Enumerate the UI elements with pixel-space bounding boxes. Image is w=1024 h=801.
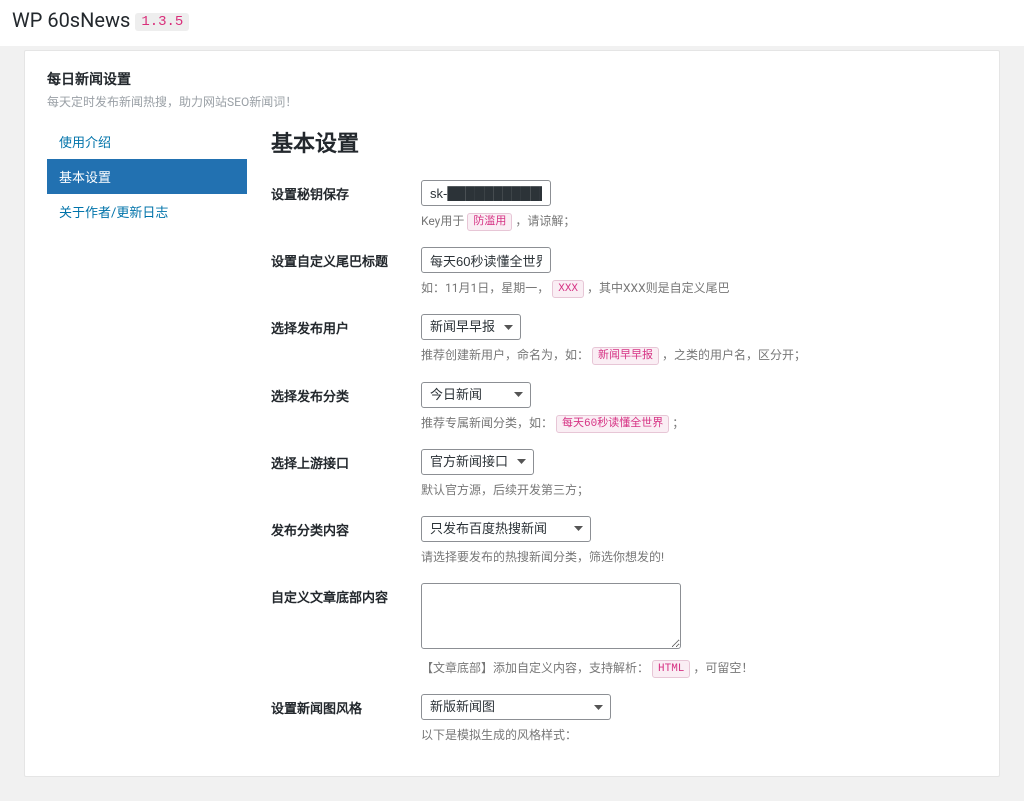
select-publish-type[interactable]: 只发布百度热搜新闻 — [421, 516, 591, 542]
row-tail-title: 设置自定义尾巴标题 如：11月1日，星期一， XXX ，其中XXX则是自定义尾巴 — [271, 237, 977, 304]
input-secret-key[interactable] — [421, 180, 551, 206]
label-image-style: 设置新闻图风格 — [271, 694, 421, 717]
label-publish-type: 发布分类内容 — [271, 516, 421, 539]
chip-html: HTML — [652, 660, 690, 678]
panel-header: 每日新闻设置 每天定时发布新闻热搜，助力网站SEO新闻词！ — [47, 69, 977, 110]
helper-publish-user: 推荐创建新用户，命名为，如： 新闻早早报 ，之类的用户名，区分开； — [421, 346, 977, 365]
nav-item-basic-settings[interactable]: 基本设置 — [47, 159, 247, 194]
helper-tail-title: 如：11月1日，星期一， XXX ，其中XXX则是自定义尾巴 — [421, 279, 977, 298]
settings-nav: 使用介绍 基本设置 关于作者/更新日志 — [47, 124, 247, 752]
label-publish-user: 选择发布用户 — [271, 314, 421, 337]
nav-item-about[interactable]: 关于作者/更新日志 — [47, 194, 247, 229]
panel-title: 每日新闻设置 — [47, 69, 977, 89]
page-title: WP 60sNews — [12, 8, 130, 32]
settings-panel: 每日新闻设置 每天定时发布新闻热搜，助力网站SEO新闻词！ 使用介绍 基本设置 … — [24, 50, 1000, 777]
row-publish-type: 发布分类内容 只发布百度热搜新闻 请选择要发布的热搜新闻分类，筛选你想发的! — [271, 506, 977, 573]
select-image-style[interactable]: 新版新闻图 — [421, 694, 611, 720]
row-footer-content: 自定义文章底部内容 【文章底部】添加自定义内容，支持解析： HTML ，可留空！ — [271, 573, 977, 684]
page-title-bar: WP 60sNews 1.3.5 — [0, 0, 1024, 38]
helper-upstream-api: 默认官方源，后续开发第三方； — [421, 481, 977, 500]
version-badge: 1.3.5 — [135, 13, 189, 31]
select-publish-category[interactable]: 今日新闻 — [421, 382, 531, 408]
helper-image-style: 以下是模拟生成的风格样式： — [421, 726, 977, 745]
select-publish-user[interactable]: 新闻早早报 — [421, 314, 521, 340]
input-tail-title[interactable] — [421, 247, 551, 273]
chip-user-example: 新闻早早报 — [592, 347, 659, 365]
row-upstream-api: 选择上游接口 官方新闻接口 默认官方源，后续开发第三方； — [271, 439, 977, 506]
select-upstream-api[interactable]: 官方新闻接口 — [421, 449, 534, 475]
helper-secret-key: Key用于 防滥用 ，请谅解； — [421, 212, 977, 231]
panel-subtitle: 每天定时发布新闻热搜，助力网站SEO新闻词！ — [47, 93, 977, 110]
row-secret-key: 设置秘钥保存 Key用于 防滥用 ，请谅解； — [271, 170, 977, 237]
helper-publish-type: 请选择要发布的热搜新闻分类，筛选你想发的! — [421, 548, 977, 567]
chip-anti-abuse: 防滥用 — [467, 213, 512, 231]
label-secret-key: 设置秘钥保存 — [271, 180, 421, 203]
nav-item-usage[interactable]: 使用介绍 — [47, 124, 247, 159]
helper-footer-content: 【文章底部】添加自定义内容，支持解析： HTML ，可留空！ — [421, 659, 977, 678]
label-publish-category: 选择发布分类 — [271, 382, 421, 405]
chip-category-example: 每天60秒读懂全世界 — [556, 415, 669, 433]
row-image-style: 设置新闻图风格 新版新闻图 以下是模拟生成的风格样式： — [271, 684, 977, 751]
label-upstream-api: 选择上游接口 — [271, 449, 421, 472]
row-publish-category: 选择发布分类 今日新闻 推荐专属新闻分类，如： 每天60秒读懂全世界 ； — [271, 372, 977, 439]
label-footer-content: 自定义文章底部内容 — [271, 583, 421, 606]
helper-publish-category: 推荐专属新闻分类，如： 每天60秒读懂全世界 ； — [421, 414, 977, 433]
section-heading: 基本设置 — [271, 126, 977, 158]
row-publish-user: 选择发布用户 新闻早早报 推荐创建新用户，命名为，如： 新闻早早报 ，之类的用户… — [271, 304, 977, 371]
chip-xxx: XXX — [552, 280, 584, 298]
textarea-footer-content[interactable] — [421, 583, 681, 649]
label-tail-title: 设置自定义尾巴标题 — [271, 247, 421, 270]
